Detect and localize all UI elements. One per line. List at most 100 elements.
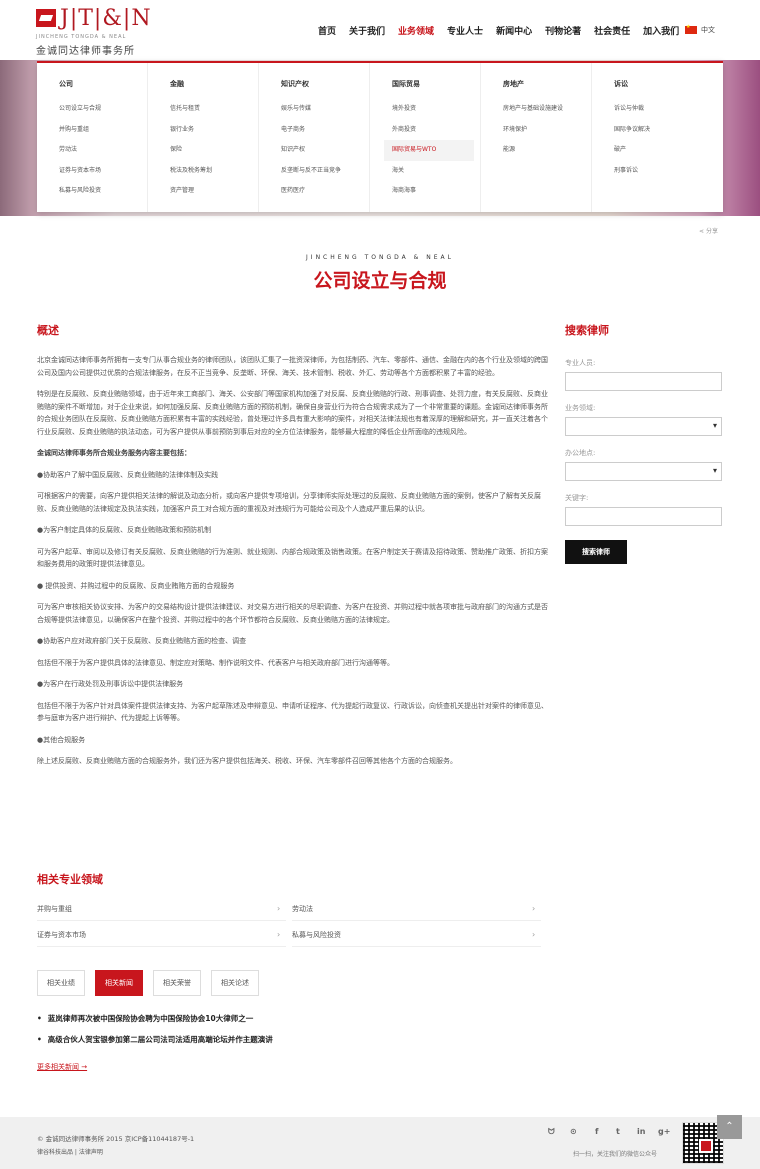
menu-item[interactable]: 破产: [614, 140, 714, 161]
logo[interactable]: J|T|&|N JINCHENG TONGDA & NEAL 金诚同达律师事务所: [36, 7, 151, 57]
menu-item-label: 国际贸易与WTO: [392, 146, 437, 153]
menu-item[interactable]: 公司设立与合规: [59, 99, 139, 120]
nav-professionals[interactable]: 专业人士: [447, 24, 483, 37]
copyright: © 金诚同达律师事务所 2015 京ICP备11044187号-1: [37, 1135, 195, 1143]
bullet-heading: ●为客户制定具体的反腐败、反商业贿赂政策和预防机制: [37, 526, 212, 534]
linkedin-icon[interactable]: in: [637, 1127, 645, 1136]
menu-item[interactable]: 海关: [392, 161, 472, 182]
paragraph: 可为客户起草、审阅以及修订有关反腐败、反商业贿赂的行为准则、就业规则、内部合规政…: [37, 547, 548, 569]
nav-publications[interactable]: 刊物论著: [545, 24, 581, 37]
language-switch[interactable]: 中文: [685, 24, 715, 35]
qr-caption: 扫一扫，关注我们的微信公众号: [573, 1151, 658, 1158]
footer: [0, 1117, 760, 1169]
tab-related-news[interactable]: 相关新闻: [95, 970, 143, 996]
footer-links[interactable]: 律谷科技出品 | 法律声明: [37, 1147, 103, 1156]
related-item[interactable]: 劳动法 ›: [292, 896, 541, 921]
related-item[interactable]: 并购与重组 ›: [37, 896, 286, 921]
menu-item[interactable]: 刑事诉讼: [614, 161, 714, 182]
weibo-icon[interactable]: ᗢ: [548, 1127, 555, 1137]
back-to-top-button[interactable]: ⌃: [717, 1115, 742, 1139]
menu-column-title[interactable]: 知识产权: [281, 79, 369, 99]
nav-about[interactable]: 关于我们: [349, 24, 385, 37]
related-item[interactable]: 证券与资本市场 ›: [37, 922, 286, 947]
menu-item-hovered[interactable]: 国际贸易与WTO: [384, 140, 474, 161]
office-label: 办公地点:: [565, 449, 596, 457]
overview-heading: 概述: [37, 324, 59, 337]
share-icon: ⋖: [699, 228, 706, 235]
menu-item[interactable]: 外商投资: [392, 120, 472, 141]
office-select[interactable]: [565, 462, 722, 481]
menu-item[interactable]: 信托与租赁: [170, 99, 250, 120]
tab-related-articles[interactable]: 相关论述: [211, 970, 259, 996]
menu-column-title[interactable]: 金融: [170, 79, 258, 99]
related-item-label: 证券与资本市场: [37, 931, 86, 939]
facebook-icon[interactable]: f: [595, 1127, 598, 1136]
googleplus-icon[interactable]: g+: [658, 1127, 670, 1136]
practice-area-label: 业务领域:: [565, 404, 596, 412]
menu-item[interactable]: 资产管理: [170, 181, 250, 202]
menu-column-title[interactable]: 国际贸易: [392, 79, 480, 99]
menu-column-ip: 知识产权 娱乐与传媒 电子商务 知识产权 反垄断与反不正当竞争 医药医疗: [259, 63, 370, 212]
youku-icon[interactable]: ⊙: [570, 1127, 577, 1136]
search-lawyer-button[interactable]: 搜索律师: [565, 540, 627, 564]
menu-item[interactable]: 环境保护: [503, 120, 583, 141]
related-item-label: 劳动法: [292, 905, 313, 913]
more-news-link[interactable]: 更多相关新闻 →: [37, 1062, 87, 1072]
menu-item[interactable]: 劳动法: [59, 140, 139, 161]
menu-column-title[interactable]: 房地产: [503, 79, 591, 99]
professional-input[interactable]: [565, 372, 722, 391]
menu-column-title[interactable]: 诉讼: [614, 79, 722, 99]
nav-join-us[interactable]: 加入我们: [643, 24, 679, 37]
bullet-heading: ● 提供投资、并购过程中的反腐败、反商业贿赂方面的合规服务: [37, 581, 235, 590]
menu-column-real-estate: 房地产 房地产与基础设施建设 环境保护 能源: [481, 63, 592, 212]
menu-item[interactable]: 境外投资: [392, 99, 472, 120]
twitter-icon[interactable]: t: [616, 1127, 620, 1136]
menu-column-finance: 金融 信托与租赁 银行业务 保险 税法及税务筹划 资产管理: [148, 63, 259, 212]
nav-practice-areas[interactable]: 业务领域: [398, 24, 434, 37]
related-item[interactable]: 私募与风险投资 ›: [292, 922, 541, 947]
menu-item[interactable]: 能源: [503, 140, 583, 161]
nav-social-responsibility[interactable]: 社会责任: [594, 24, 630, 37]
news-item[interactable]: 高级合伙人贺宝银参加第二届公司法司法适用高端论坛并作主题演讲: [37, 1034, 273, 1045]
menu-item[interactable]: 诉讼与仲裁: [614, 99, 714, 120]
menu-item[interactable]: 反垄断与反不正当竞争: [281, 161, 361, 182]
news-item[interactable]: 蓝岚律师再次被中国保险协会聘为中国保险协会10大律师之一: [37, 1013, 253, 1024]
menu-item[interactable]: 知识产权: [281, 140, 361, 161]
menu-item[interactable]: 银行业务: [170, 120, 250, 141]
share-label: 分享: [705, 228, 718, 235]
share-link[interactable]: ⋖ 分享: [699, 226, 718, 235]
menu-item[interactable]: 国际争议解决: [614, 120, 714, 141]
bullet-heading: ●协助客户应对政府部门关于反腐败、反商业贿赂方面的检查、调查: [37, 637, 247, 645]
practice-area-select[interactable]: [565, 417, 722, 436]
menu-item[interactable]: 医药医疗: [281, 181, 361, 202]
header: J|T|&|N JINCHENG TONGDA & NEAL 金诚同达律师事务所…: [0, 0, 760, 60]
bullet-heading: ●其他合规服务: [37, 735, 86, 744]
tab-related-honors[interactable]: 相关荣誉: [153, 970, 201, 996]
menu-column-trade: 国际贸易 境外投资 外商投资 国际贸易与WTO 海关 海商海事: [370, 63, 481, 212]
language-label: 中文: [701, 26, 715, 34]
menu-item[interactable]: 电子商务: [281, 120, 361, 141]
nav-news[interactable]: 新闻中心: [496, 24, 532, 37]
chevron-right-icon: ›: [277, 930, 281, 939]
related-heading: 相关专业领域: [37, 873, 103, 886]
menu-item[interactable]: 证券与资本市场: [59, 161, 139, 182]
chevron-up-icon: ⌃: [725, 1121, 734, 1132]
menu-item[interactable]: 房地产与基础设施建设: [503, 99, 583, 120]
menu-item[interactable]: 税法及税务筹划: [170, 161, 250, 182]
keyword-input[interactable]: [565, 507, 722, 526]
overview-content: 北京金诚同达律师事务所拥有一支专门从事合规业务的律师团队，该团队汇集了一批资深律…: [37, 354, 548, 777]
menu-item[interactable]: 海商海事: [392, 181, 472, 202]
menu-item[interactable]: 并购与重组: [59, 120, 139, 141]
menu-item[interactable]: 保险: [170, 140, 250, 161]
nav-home[interactable]: 首页: [318, 24, 336, 37]
menu-column-title[interactable]: 公司: [59, 79, 147, 99]
related-item-label: 并购与重组: [37, 905, 72, 913]
tab-related-cases[interactable]: 相关业绩: [37, 970, 85, 996]
paragraph: 可根据客户的需要，向客户提供相关法律的解说及动态分析，或向客户提供专项培训，分享…: [37, 492, 541, 513]
menu-item[interactable]: 娱乐与传媒: [281, 99, 361, 120]
paragraph: 除上述反腐败、反商业贿赂方面的合规服务外，我们还为客户提供包括海关、税收、环保、…: [37, 757, 457, 765]
menu-item[interactable]: 私募与风险投资: [59, 181, 139, 202]
paragraph: 北京金诚同达律师事务所拥有一支专门从事合规业务的律师团队，该团队汇集了一批资深律…: [37, 356, 548, 377]
chevron-right-icon: ›: [277, 904, 281, 913]
menu-column-litigation: 诉讼 诉讼与仲裁 国际争议解决 破产 刑事诉讼: [592, 63, 722, 212]
